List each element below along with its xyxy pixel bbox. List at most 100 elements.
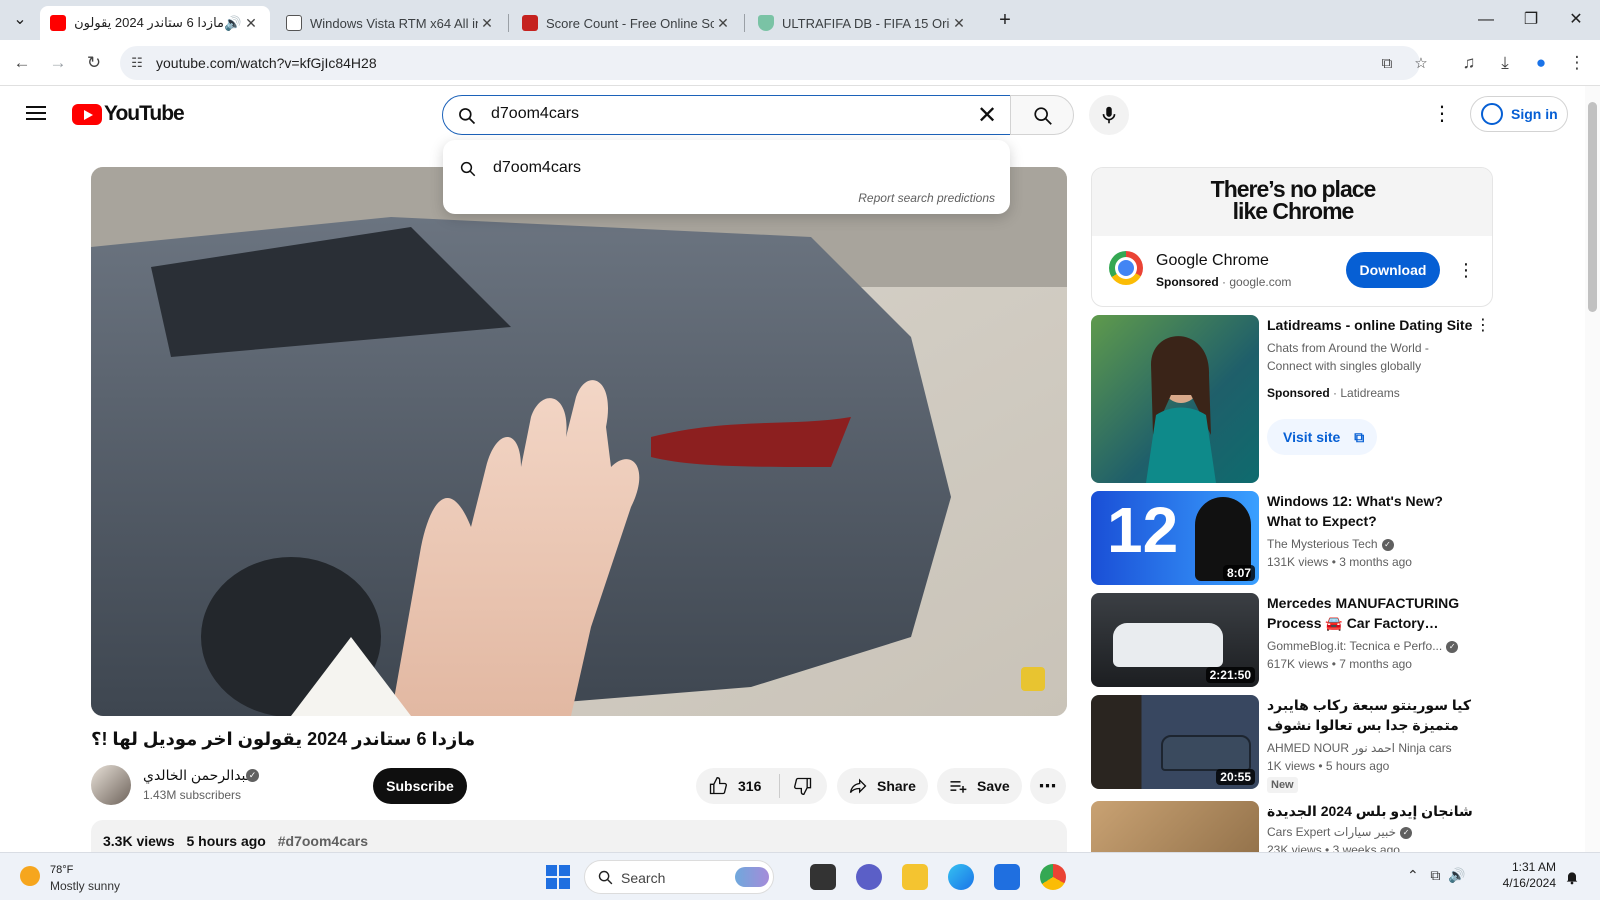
forward-button[interactable]: → (45, 50, 71, 76)
upload-age: 3 months ago (1339, 555, 1412, 569)
download-button[interactable]: Download (1346, 252, 1440, 288)
store-icon[interactable] (994, 864, 1020, 890)
taskbar-search-label: Search (621, 870, 666, 886)
suggestion-item[interactable]: d7oom4cars (493, 159, 581, 177)
ad-headline-line2: like Chrome (1232, 198, 1355, 224)
chrome-ad[interactable]: There’s no place like Chrome Google Chro… (1091, 167, 1493, 307)
recommended-video[interactable]: شانجان إيدو بلس 2024 الجديدة Cars Expert… (1091, 801, 1493, 852)
channel-name[interactable]: عبدالرحمن الخالدي (143, 767, 254, 784)
file-explorer-icon[interactable] (902, 864, 928, 890)
system-tray[interactable]: ⌃ ⧉ 🔊 (1407, 867, 1466, 884)
sign-in-button[interactable]: Sign in (1470, 96, 1568, 132)
speaker-icon[interactable]: 🔊 (224, 15, 242, 32)
close-window-button[interactable]: ✕ (1564, 8, 1588, 32)
site-info-icon[interactable]: ☷ (128, 54, 146, 72)
youtube-logo[interactable]: YouTube (72, 102, 185, 126)
close-tab-icon[interactable]: ✕ (950, 15, 968, 32)
close-tab-icon[interactable]: ✕ (242, 15, 260, 32)
more-actions-button[interactable]: ⋯ (1030, 768, 1066, 804)
minimize-button[interactable]: — (1474, 8, 1498, 32)
share-button[interactable]: Share (837, 768, 928, 804)
voice-search-button[interactable] (1089, 95, 1129, 135)
task-view-icon[interactable] (810, 864, 836, 890)
tab-windows-vista[interactable]: Windows Vista RTM x64 All in O ✕ (276, 6, 506, 40)
sun-icon (20, 866, 40, 886)
page-scrollbar[interactable] (1585, 86, 1600, 856)
address-bar[interactable]: ☷ youtube.com/watch?v=kfGjIc84H28 ⧉ ☆ (120, 46, 1428, 80)
hashtag-link[interactable]: #d7oom4cars (278, 833, 368, 849)
recommended-video[interactable]: 12 8:07 Windows 12: What's New? What to … (1091, 491, 1493, 585)
chrome-icon[interactable] (1040, 864, 1066, 890)
clock[interactable]: 1:31 AM 4/16/2024 (1478, 859, 1556, 891)
browser-menu-icon[interactable]: ⋮ (1564, 50, 1590, 76)
video-player[interactable] (91, 167, 1067, 716)
scrollbar-thumb[interactable] (1588, 102, 1597, 312)
search-query[interactable]: d7oom4cars (491, 105, 579, 123)
bookmark-star-icon[interactable]: ☆ (1410, 53, 1432, 75)
rec-channel[interactable]: The Mysterious Tech ✓ (1267, 537, 1394, 551)
close-tab-icon[interactable]: ✕ (714, 15, 732, 32)
rec-channel[interactable]: AHMED NOUR احمد نور Ninja cars (1267, 741, 1452, 755)
tab-search-button[interactable]: ⌄ (8, 8, 32, 32)
video-thumbnail[interactable]: 12 8:07 (1091, 491, 1259, 585)
start-button[interactable] (546, 865, 570, 889)
rec-title[interactable]: Windows 12: What's New? What to Expect? (1267, 491, 1473, 531)
settings-menu-icon[interactable]: ⋮ (1430, 102, 1454, 126)
tab-youtube-video[interactable]: مازدا 6 ستاندر 2024 يقولون ا 🔊 ✕ (40, 6, 270, 40)
tab-ultrafifa[interactable]: ULTRAFIFA DB - FIFA 15 Origina ✕ (748, 6, 978, 40)
sponsored-item[interactable]: Latidreams - online Dating Site Chats fr… (1091, 315, 1493, 483)
recommended-video[interactable]: 2:21:50 Mercedes MANUFACTURING Process 🚘… (1091, 593, 1493, 687)
weather-widget[interactable]: 78°F Mostly sunny (18, 863, 168, 895)
video-thumbnail[interactable]: 20:55 (1091, 695, 1259, 789)
notification-bell-icon[interactable] (1564, 868, 1580, 886)
subscribe-button[interactable]: Subscribe (373, 768, 467, 804)
edge-icon[interactable] (948, 864, 974, 890)
install-app-icon[interactable]: ⧉ (1376, 53, 1398, 75)
ad-more-icon[interactable]: ⋮ (1456, 256, 1476, 284)
restore-button[interactable]: ❐ (1519, 8, 1543, 32)
profile-icon[interactable]: ● (1528, 50, 1554, 76)
visit-site-button[interactable]: Visit site ⧉ (1267, 419, 1377, 455)
media-controls-icon[interactable]: ♫ (1456, 50, 1482, 76)
menu-icon[interactable] (24, 102, 48, 126)
search-button[interactable] (1010, 95, 1074, 135)
video-title: مازدا 6 ستاندر 2024 يقولون اخر موديل لها… (91, 729, 476, 749)
search-icon (598, 870, 613, 885)
close-tab-icon[interactable]: ✕ (478, 15, 496, 32)
dislike-button[interactable] (780, 768, 826, 804)
ad-thumbnail[interactable] (1091, 315, 1259, 483)
report-predictions-link[interactable]: Report search predictions (858, 191, 995, 205)
rec-channel[interactable]: Cars Expert خبير سيارات ✓ (1267, 825, 1413, 839)
rec-title[interactable]: شانجان إيدو بلس 2024 الجديدة (1267, 801, 1473, 821)
back-button[interactable]: ← (9, 50, 35, 76)
save-button[interactable]: Save (937, 768, 1022, 804)
teams-icon[interactable] (856, 864, 882, 890)
like-button[interactable]: 316 (696, 768, 779, 804)
share-icon (849, 778, 867, 794)
logo-text: YouTube (104, 102, 185, 125)
url-text[interactable]: youtube.com/watch?v=kfGjIc84H28 (156, 55, 377, 71)
clear-search-icon[interactable]: ✕ (973, 102, 1001, 130)
new-tab-button[interactable]: + (993, 8, 1017, 32)
rec-title[interactable]: Mercedes MANUFACTURING Process 🚘 Car Fac… (1267, 593, 1473, 633)
verified-icon: ✓ (1446, 640, 1459, 653)
ad-advertiser[interactable]: Google Chrome (1156, 252, 1269, 270)
ad-headline-line1: There’s no place (1210, 176, 1377, 202)
reload-button[interactable]: ↻ (81, 50, 107, 76)
rec-channel[interactable]: GommeBlog.it: Tecnica e Perfo... ✓ (1267, 639, 1459, 653)
taskbar-search[interactable]: Search (584, 860, 774, 894)
channel-avatar[interactable] (91, 765, 131, 805)
scorecount-icon (522, 15, 538, 31)
share-label: Share (877, 778, 916, 794)
ad-domain: google.com (1229, 275, 1292, 289)
rec-title[interactable]: كيا سورينتو سبعة ركاب هايبرد متميزة جدا … (1267, 695, 1473, 735)
more-options-icon[interactable]: ⋮ (1473, 315, 1493, 335)
tab-score-count[interactable]: Score Count - Free Online Scor ✕ (512, 6, 742, 40)
weather-description: Mostly sunny (50, 879, 121, 893)
search-input[interactable]: d7oom4cars ✕ (442, 95, 1011, 135)
video-thumbnail[interactable] (1091, 801, 1259, 852)
downloads-icon[interactable]: ⤓ (1492, 50, 1518, 76)
recommended-video[interactable]: 20:55 كيا سورينتو سبعة ركاب هايبرد متميز… (1091, 695, 1493, 793)
video-thumbnail[interactable]: 2:21:50 (1091, 593, 1259, 687)
rec-title[interactable]: Latidreams - online Dating Site (1267, 315, 1473, 335)
